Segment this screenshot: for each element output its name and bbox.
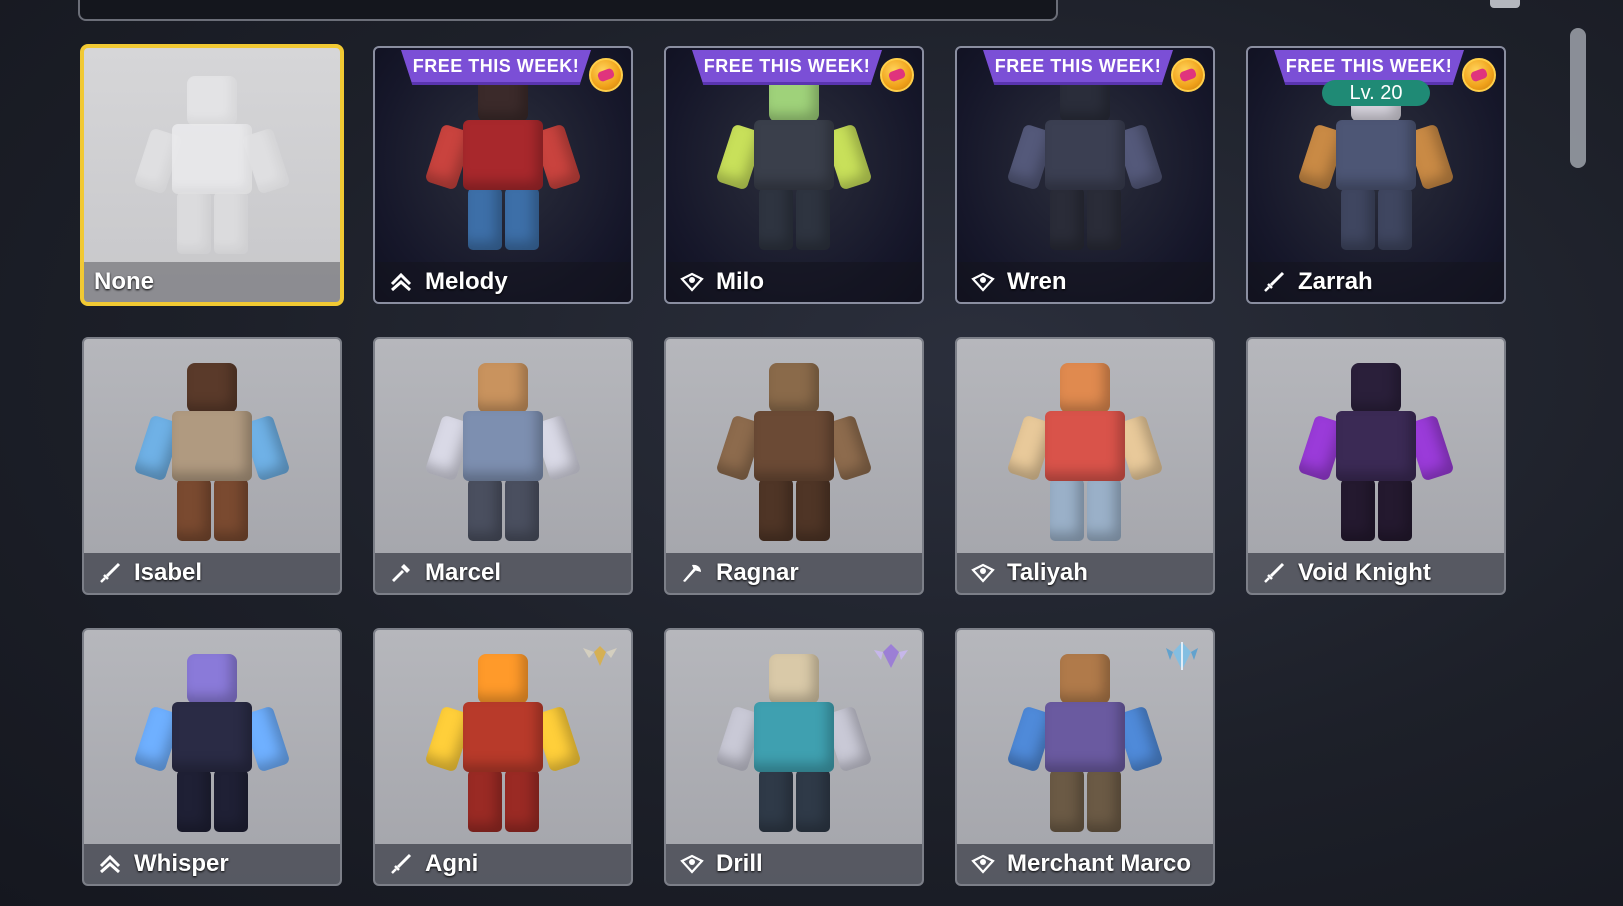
free-banner-label: FREE THIS WEEK! [412,55,580,76]
kit-character-figure [133,363,291,543]
purple-crest-badge-icon [872,640,910,672]
kit-character-figure [424,654,582,834]
shield-eye-icon [678,268,706,296]
coin-badge-icon [1462,58,1496,92]
free-this-week-banner: FREE THIS WEEK! [401,50,591,85]
kit-name-label: Agni [425,850,479,877]
kit-name-label: Zarrah [1298,268,1373,295]
kit-card-wren[interactable]: FREE THIS WEEK! Wren [955,46,1215,304]
kit-name-label: Melody [425,268,508,295]
kit-name-bar: Marcel [375,553,631,593]
kit-card-agni[interactable]: Agni [373,628,633,886]
free-banner-label: FREE THIS WEEK! [994,55,1162,76]
kit-character-figure [424,363,582,543]
kit-character-figure [424,72,582,252]
kit-name-bar: Ragnar [666,553,922,593]
free-this-week-banner: FREE THIS WEEK! [983,50,1173,85]
kit-name-label: Whisper [134,850,229,877]
kit-name-label: Taliyah [1007,559,1088,586]
free-this-week-banner: FREE THIS WEEK! [692,50,882,85]
kit-card-zarrah[interactable]: FREE THIS WEEK! Lv. 20 Zarrah [1246,46,1506,304]
kit-card-none[interactable]: None [80,44,344,306]
kit-name-bar: Isabel [84,553,340,593]
kit-name-label: None [94,268,154,295]
search-bar[interactable] [78,0,1058,21]
sword-icon [1260,268,1288,296]
kit-card-isabel[interactable]: Isabel [82,337,342,595]
free-banner-label: FREE THIS WEEK! [1285,55,1453,76]
kit-character-figure [133,654,291,834]
kit-character-figure [1297,363,1455,543]
kit-card-whisper[interactable]: Whisper [82,628,342,886]
kit-character-figure [1006,363,1164,543]
kit-character-figure [1006,72,1164,252]
kit-name-bar: Void Knight [1248,553,1504,593]
kit-name-bar: Taliyah [957,553,1213,593]
sword-icon [1260,559,1288,587]
kit-card-void-knight[interactable]: Void Knight [1246,337,1506,595]
level-badge: Lv. 20 [1322,80,1430,106]
kit-name-label: Drill [716,850,763,877]
kit-name-bar: Melody [375,262,631,302]
kit-name-label: Ragnar [716,559,799,586]
kit-card-milo[interactable]: FREE THIS WEEK! Milo [664,46,924,304]
kit-character-figure [715,72,873,252]
kit-name-bar: Whisper [84,844,340,884]
coin-badge-icon [880,58,914,92]
kit-card-merchant-marco[interactable]: Merchant Marco [955,628,1215,886]
kit-name-bar: Wren [957,262,1213,302]
kit-name-bar: Merchant Marco [957,844,1213,884]
corner-button[interactable] [1490,0,1520,8]
shield-eye-icon [969,850,997,878]
support-chevron-icon [96,850,124,878]
shield-eye-icon [678,850,706,878]
sword-icon [387,850,415,878]
kit-name-label: Milo [716,268,764,295]
kit-name-bar: None [84,262,340,302]
axe-icon [678,559,706,587]
kit-card-drill[interactable]: Drill [664,628,924,886]
kit-name-bar: Drill [666,844,922,884]
shield-eye-icon [969,268,997,296]
kit-card-ragnar[interactable]: Ragnar [664,337,924,595]
kit-name-label: Merchant Marco [1007,850,1192,877]
scrollbar-thumb[interactable] [1570,28,1586,168]
kit-name-label: Void Knight [1298,559,1431,586]
sword-icon [96,559,124,587]
kit-name-bar: Agni [375,844,631,884]
kit-name-label: Wren [1007,268,1067,295]
kit-character-figure [715,363,873,543]
coin-badge-icon [589,58,623,92]
kit-card-marcel[interactable]: Marcel [373,337,633,595]
kit-character-figure [715,654,873,834]
kit-name-label: Marcel [425,559,502,586]
kit-card-taliyah[interactable]: Taliyah [955,337,1215,595]
gold-wings-badge-icon [581,640,619,672]
coin-badge-icon [1171,58,1205,92]
kit-name-bar: Milo [666,262,922,302]
kit-card-melody[interactable]: FREE THIS WEEK! Melody [373,46,633,304]
free-banner-label: FREE THIS WEEK! [703,55,871,76]
kit-name-bar: Zarrah [1248,262,1504,302]
kit-character-figure [1006,654,1164,834]
hammer-icon [387,559,415,587]
shield-eye-icon [969,559,997,587]
kit-name-label: Isabel [134,559,203,586]
diamond-crest-badge-icon [1163,640,1201,672]
kit-character-figure [133,76,291,256]
support-chevron-icon [387,268,415,296]
